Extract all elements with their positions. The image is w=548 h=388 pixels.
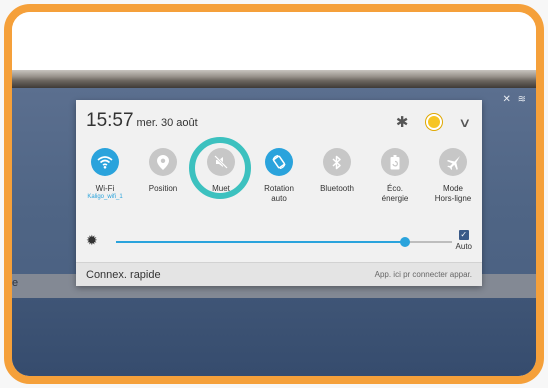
toggle-eco[interactable]: Éco. énergie — [372, 148, 418, 204]
brightness-fill — [116, 241, 405, 243]
chevron-down-icon[interactable]: ∨ — [459, 116, 472, 129]
toggle-wifi-network: Kaligo_wifi_1 — [87, 194, 123, 200]
toggle-airplane[interactable]: Mode Hors-ligne — [430, 148, 476, 204]
wifi-icon[interactable] — [91, 148, 119, 176]
location-pin-icon[interactable] — [149, 148, 177, 176]
quick-toggles: Wi-Fi Kaligo_wifi_1 Position Muet Rotati… — [82, 148, 476, 204]
background-lower — [12, 298, 536, 376]
panel-header: 15:57 mer. 30 août ✱ ∨ — [86, 110, 472, 138]
quick-connect-hint: App. ici pr connecter appar. — [374, 270, 472, 279]
brightness-icon: ✹ — [86, 232, 98, 248]
background-edge-text: e — [12, 277, 19, 289]
panel-footer: Connex. rapide App. ici pr connecter app… — [76, 262, 482, 286]
toggle-position[interactable]: Position — [140, 148, 186, 204]
quick-connect-button[interactable]: Connex. rapide — [86, 269, 161, 281]
settings-gear-icon[interactable]: ✱ — [396, 115, 409, 130]
clock-time: 15:57 — [86, 110, 134, 131]
toggle-bluetooth-label: Bluetooth — [320, 184, 354, 193]
brightness-auto[interactable]: ✓ Auto — [456, 230, 472, 251]
airplane-icon[interactable] — [439, 148, 467, 176]
rotation-icon[interactable] — [265, 148, 293, 176]
clock-date: mer. 30 août — [136, 117, 198, 129]
user-avatar[interactable] — [426, 114, 443, 130]
auto-label: Auto — [455, 242, 472, 251]
toggle-position-label: Position — [148, 184, 178, 193]
toggle-rotation-label: Rotation auto — [264, 184, 294, 203]
device-screen: ✕ ≋ e 15:57 mer. 30 août ✱ ∨ Wi-Fi Kalig… — [12, 88, 536, 376]
bluetooth-icon[interactable] — [323, 148, 351, 176]
header-icons: ✱ ∨ — [396, 114, 472, 130]
highlight-frame: ✕ ≋ e 15:57 mer. 30 août ✱ ∨ Wi-Fi Kalig… — [4, 4, 544, 384]
brightness-thumb[interactable] — [399, 237, 410, 247]
battery-saver-icon[interactable] — [381, 148, 409, 176]
toggle-eco-label: Éco. énergie — [381, 184, 409, 203]
top-margin — [12, 12, 536, 70]
device-bezel — [12, 70, 536, 88]
toggle-bluetooth[interactable]: Bluetooth — [314, 148, 360, 204]
brightness-row: ✹ ✓ Auto — [86, 230, 472, 254]
toggle-rotation[interactable]: Rotation auto — [256, 148, 302, 204]
toggle-airplane-label: Mode Hors-ligne — [434, 184, 472, 203]
brightness-slider[interactable] — [116, 237, 452, 247]
status-bar-icons: ✕ ≋ — [502, 94, 528, 105]
toggle-wifi[interactable]: Wi-Fi Kaligo_wifi_1 — [82, 148, 128, 204]
auto-checkbox[interactable]: ✓ — [458, 230, 469, 240]
quick-settings-panel: 15:57 mer. 30 août ✱ ∨ Wi-Fi Kaligo_wifi_… — [76, 100, 482, 286]
mute-highlight-ring — [189, 137, 251, 199]
toggle-wifi-label: Wi-Fi — [95, 184, 115, 193]
